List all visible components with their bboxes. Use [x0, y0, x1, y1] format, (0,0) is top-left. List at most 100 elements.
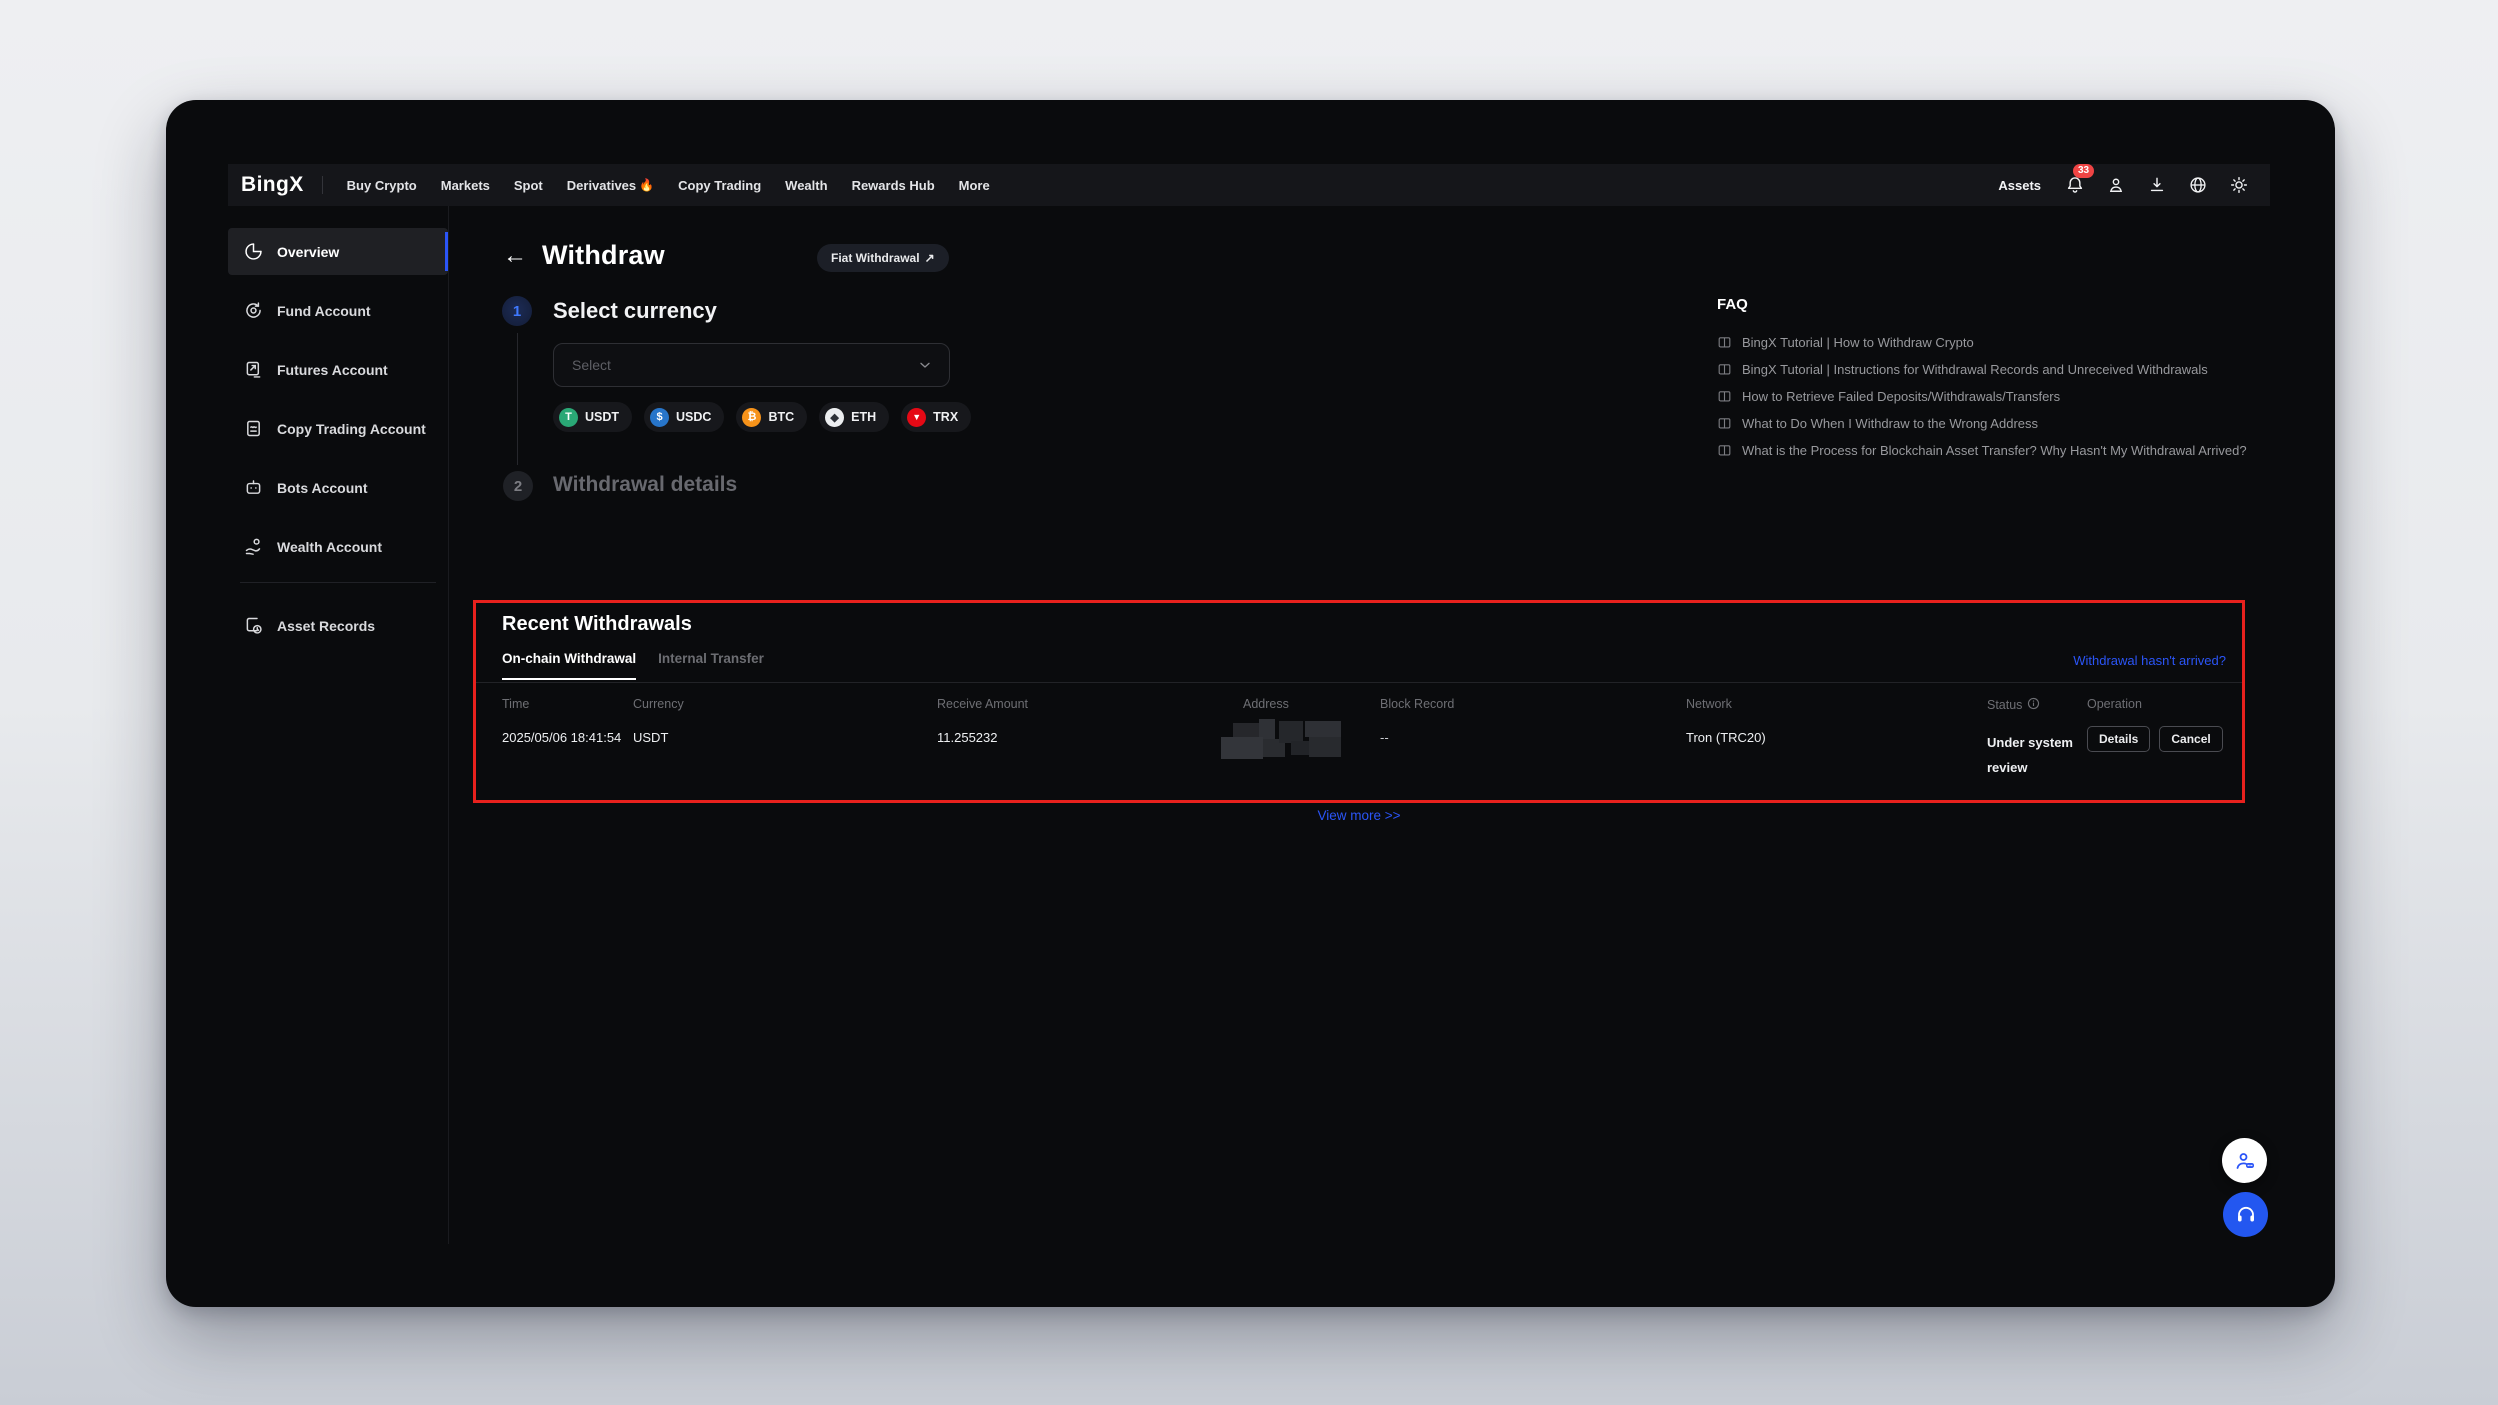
sidebar-item-fund-account[interactable]: Fund Account: [228, 287, 448, 334]
support-agent-icon: [2233, 1149, 2257, 1173]
notification-badge: 33: [2073, 164, 2094, 178]
nav-buy-crypto[interactable]: Buy Crypto: [347, 178, 417, 193]
col-header-block-record: Block Record: [1380, 697, 1454, 711]
chip-usdt[interactable]: T USDT: [553, 402, 632, 432]
bot-icon: [243, 477, 264, 498]
col-header-status: Status: [1987, 697, 2040, 713]
step2-badge: 2: [503, 471, 533, 501]
user-icon: [2106, 175, 2126, 195]
nav-wealth[interactable]: Wealth: [785, 178, 827, 193]
theme-toggle-button[interactable]: [2228, 174, 2250, 196]
support-chat-button[interactable]: [2222, 1138, 2267, 1183]
step1-badge: 1: [502, 296, 532, 326]
sidebar-section-divider: [240, 582, 436, 583]
sidebar-item-bots-account[interactable]: Bots Account: [228, 464, 448, 511]
profile-button[interactable]: [2105, 174, 2127, 196]
row-network: Tron (TRC20): [1686, 730, 1766, 745]
sidebar-item-asset-records[interactable]: Asset Records: [228, 602, 448, 649]
page-title: Withdraw: [542, 240, 665, 271]
row-status: Under system review: [1987, 730, 2073, 780]
back-arrow-icon[interactable]: ←: [503, 244, 527, 268]
row-time: 2025/05/06 18:41:54: [502, 730, 621, 745]
usdc-icon: $: [650, 408, 669, 427]
bell-icon: [2065, 175, 2085, 195]
sun-icon: [2229, 175, 2249, 195]
chip-eth[interactable]: ◆ ETH: [819, 402, 889, 432]
recent-withdrawals-section: Recent Withdrawals On-chain Withdrawal I…: [473, 600, 2245, 803]
nav-derivatives[interactable]: Derivatives 🔥: [567, 178, 654, 193]
article-icon: [1717, 443, 1732, 458]
nav-rewards-hub[interactable]: Rewards Hub: [852, 178, 935, 193]
faq-link-1[interactable]: BingX Tutorial | How to Withdraw Crypto: [1717, 329, 2297, 356]
article-icon: [1717, 362, 1732, 377]
nav-divider: [322, 176, 323, 194]
tab-onchain-withdrawal[interactable]: On-chain Withdrawal: [502, 651, 636, 680]
eth-icon: ◆: [825, 408, 844, 427]
nav-right-group: Assets 33: [1998, 174, 2250, 196]
external-link-arrow-icon: ↗: [925, 251, 935, 265]
faq-title: FAQ: [1717, 296, 2297, 313]
nav-spot[interactable]: Spot: [514, 178, 543, 193]
sidebar-item-copy-trading-account[interactable]: Copy Trading Account: [228, 405, 448, 452]
article-icon: [1717, 335, 1732, 350]
step-connector-line: [517, 333, 518, 465]
notifications-button[interactable]: 33: [2064, 174, 2086, 196]
col-header-receive-amount: Receive Amount: [937, 697, 1028, 711]
nav-copy-trading[interactable]: Copy Trading: [678, 178, 761, 193]
view-more-link[interactable]: View more >>: [473, 808, 2245, 823]
usdt-icon: T: [559, 408, 578, 427]
globe-icon: [2188, 175, 2208, 195]
language-button[interactable]: [2187, 174, 2209, 196]
recent-withdrawals-title: Recent Withdrawals: [502, 613, 692, 636]
row-block-record: --: [1380, 730, 1389, 745]
headset-icon: [2234, 1203, 2258, 1227]
cancel-button[interactable]: Cancel: [2159, 726, 2222, 752]
flame-icon: 🔥: [639, 178, 654, 192]
futures-icon: [243, 359, 264, 380]
fiat-withdrawal-button[interactable]: Fiat Withdrawal ↗: [817, 244, 949, 272]
chip-usdc[interactable]: $ USDC: [644, 402, 724, 432]
withdrawal-not-arrived-link[interactable]: Withdrawal hasn't arrived?: [2073, 653, 2226, 668]
col-header-currency: Currency: [633, 697, 684, 711]
faq-link-3[interactable]: How to Retrieve Failed Deposits/Withdraw…: [1717, 383, 2297, 410]
chip-btc[interactable]: ₿ BTC: [736, 402, 807, 432]
withdraw-header: ← Withdraw: [503, 240, 665, 271]
faq-link-4[interactable]: What to Do When I Withdraw to the Wrong …: [1717, 410, 2297, 437]
row-receive-amount: 11.255232: [937, 730, 998, 745]
copy-trading-icon: [243, 418, 264, 439]
sidebar-item-overview[interactable]: Overview: [228, 228, 448, 275]
sidebar-item-futures-account[interactable]: Futures Account: [228, 346, 448, 393]
wealth-icon: [243, 536, 264, 557]
sidebar: Overview Fund Account Futures Account Co…: [228, 228, 448, 661]
assets-link[interactable]: Assets: [1998, 178, 2041, 193]
customer-service-button[interactable]: [2223, 1192, 2268, 1237]
article-icon: [1717, 389, 1732, 404]
sidebar-item-wealth-account[interactable]: Wealth Account: [228, 523, 448, 570]
faq-link-5[interactable]: What is the Process for Blockchain Asset…: [1717, 437, 2297, 464]
currency-select-placeholder: Select: [572, 357, 917, 373]
download-button[interactable]: [2146, 174, 2168, 196]
records-icon: [243, 615, 264, 636]
details-button[interactable]: Details: [2087, 726, 2150, 752]
currency-select[interactable]: Select: [553, 343, 950, 387]
sidebar-divider-line: [448, 206, 449, 1244]
btc-icon: ₿: [742, 408, 761, 427]
faq-section: FAQ BingX Tutorial | How to Withdraw Cry…: [1717, 296, 2297, 464]
nav-more[interactable]: More: [959, 178, 990, 193]
app-window: BingX Buy Crypto Markets Spot Derivative…: [166, 100, 2335, 1307]
row-currency: USDT: [633, 730, 668, 745]
nav-links: Buy Crypto Markets Spot Derivatives 🔥 Co…: [347, 178, 990, 193]
currency-chips: T USDT $ USDC ₿ BTC ◆ ETH ▼ TRX: [553, 402, 971, 432]
nav-markets[interactable]: Markets: [441, 178, 490, 193]
info-icon[interactable]: [2027, 697, 2040, 713]
chevron-down-icon: [917, 357, 933, 373]
bingx-logo[interactable]: BingX: [241, 173, 304, 197]
trx-icon: ▼: [907, 408, 926, 427]
chip-trx[interactable]: ▼ TRX: [901, 402, 971, 432]
tabs-divider: [476, 682, 2242, 683]
faq-link-2[interactable]: BingX Tutorial | Instructions for Withdr…: [1717, 356, 2297, 383]
tab-internal-transfer[interactable]: Internal Transfer: [658, 651, 764, 680]
article-icon: [1717, 416, 1732, 431]
pie-chart-icon: [243, 241, 264, 262]
col-header-address: Address: [1243, 697, 1289, 711]
